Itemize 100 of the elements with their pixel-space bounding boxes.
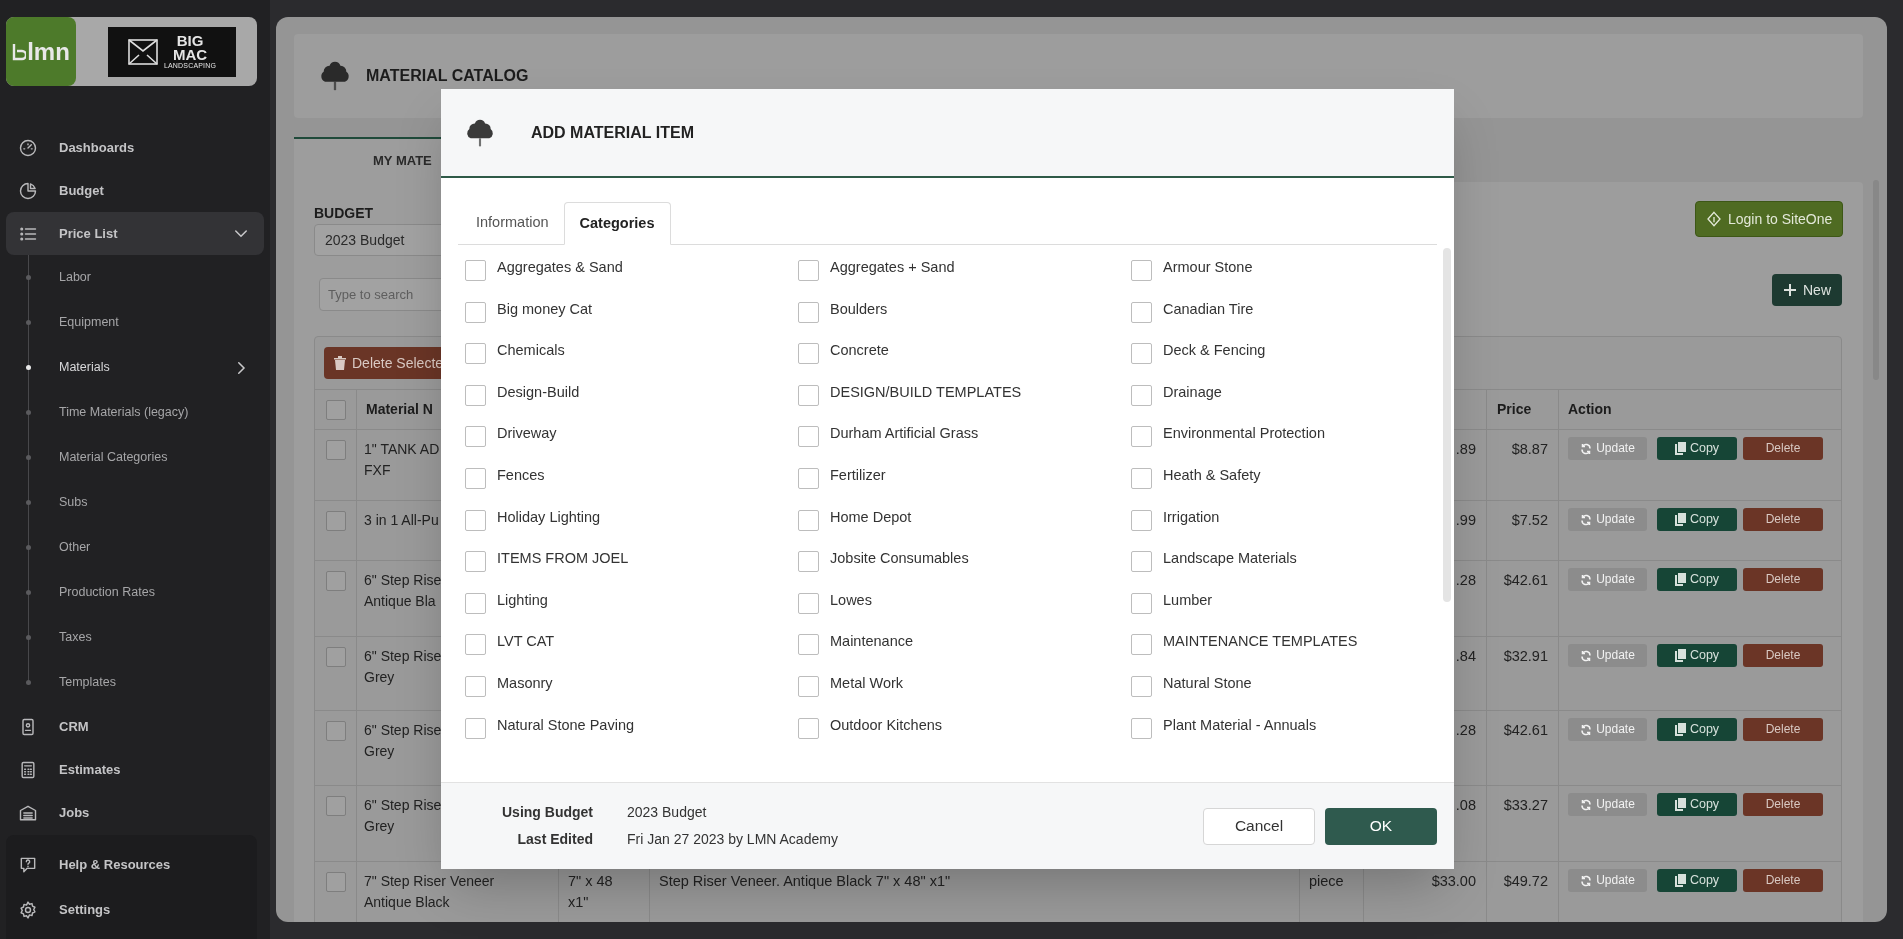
nav-item[interactable]: Estimates [6,748,264,791]
nav-item[interactable]: Help & Resources [6,842,257,887]
checkbox[interactable] [798,551,819,573]
checkbox[interactable] [1131,343,1152,365]
checkbox[interactable] [798,384,819,406]
checkbox[interactable] [465,467,486,489]
checkbox[interactable] [465,426,486,448]
delete-button[interactable]: Delete [1743,718,1823,741]
delete-button[interactable]: Delete [1743,793,1823,816]
checkbox[interactable] [1131,426,1152,448]
category-label: Drainage [1163,382,1222,402]
nav-item[interactable]: CRM [6,705,264,748]
nav-item[interactable]: Budget [6,169,264,212]
checkbox[interactable] [798,467,819,489]
category-label: Outdoor Kitchens [830,715,943,735]
checkbox[interactable] [1131,467,1152,489]
checkbox[interactable] [1131,717,1152,739]
checkbox[interactable] [1131,675,1152,697]
nav-subitem[interactable]: Taxes [6,615,270,660]
checkbox[interactable] [465,260,486,281]
copy-button[interactable]: Copy [1657,644,1737,667]
copy-button[interactable]: Copy [1657,718,1737,741]
delete-button[interactable]: Delete [1743,568,1823,591]
checkbox[interactable] [325,399,346,420]
nav-subitem[interactable]: Other [6,525,270,570]
checkbox[interactable] [798,592,819,614]
nav-item[interactable]: Settings [6,887,257,932]
checkbox[interactable] [798,675,819,697]
refresh-icon [1580,573,1593,586]
table-cell-text: .84 [1455,647,1476,666]
checkbox[interactable] [325,647,346,667]
table-cell-text: $7.52 [1511,511,1548,530]
page-title: MATERIAL CATALOG [366,66,529,86]
checkbox[interactable] [465,675,486,697]
copy-button[interactable]: Copy [1657,793,1737,816]
checkbox[interactable] [1131,551,1152,573]
nav-subitem[interactable]: Time Materials (legacy) [6,390,270,435]
nav-subitem[interactable]: Labor [6,255,270,300]
scrollbar-thumb[interactable] [1443,248,1451,602]
checkbox[interactable] [1131,260,1152,281]
checkbox[interactable] [325,721,346,741]
checkbox[interactable] [798,260,819,281]
nav-subitem[interactable]: Production Rates [6,570,270,615]
copy-button[interactable]: Copy [1657,437,1737,460]
checkbox[interactable] [465,343,486,365]
checkbox[interactable] [465,384,486,406]
refresh-icon [1580,874,1593,887]
new-button[interactable]: New [1772,274,1842,306]
checkbox[interactable] [325,571,346,591]
checkbox[interactable] [465,592,486,614]
category-label: Natural Stone [1163,673,1252,693]
category-label: DESIGN/BUILD TEMPLATES [830,382,1022,402]
ok-button[interactable]: OK [1325,807,1437,845]
checkbox[interactable] [798,717,819,739]
delete-button[interactable]: Delete [1743,508,1823,531]
checkbox[interactable] [465,717,486,739]
checkbox[interactable] [465,634,486,656]
checkbox[interactable] [798,301,819,323]
copy-button[interactable]: Copy [1657,508,1737,531]
nav-item[interactable]: Jobs [6,791,264,834]
checkbox[interactable] [1131,634,1152,656]
checkbox[interactable] [325,511,346,531]
delete-button[interactable]: Delete [1743,437,1823,460]
checkbox[interactable] [798,634,819,656]
table-cell-text: .28 [1455,571,1476,590]
brand-name: lmn [27,39,70,64]
nav-subitem[interactable]: Subs [6,480,270,525]
tree-icon [318,59,352,93]
nav-subitem[interactable]: Equipment [6,300,270,345]
checkbox[interactable] [465,509,486,531]
refresh-icon [1580,723,1593,736]
checkbox[interactable] [325,872,346,892]
category-label: Boulders [830,299,888,319]
login-button[interactable]: Login to SiteOne [1695,201,1844,237]
checkbox[interactable] [325,796,346,816]
checkbox[interactable] [798,343,819,365]
nav-subitem[interactable]: Templates [6,660,270,705]
nav-item[interactable]: Price List [6,212,264,255]
nav-label: Price List [59,224,119,243]
checkbox[interactable] [465,301,486,323]
checkbox[interactable] [798,509,819,531]
checkbox[interactable] [1131,384,1152,406]
checkbox[interactable] [465,551,486,573]
checkbox[interactable] [325,440,346,460]
copy-button[interactable]: Copy [1657,568,1737,591]
checkbox[interactable] [1131,509,1152,531]
checkbox[interactable] [1131,301,1152,323]
table-cell-text: .89 [1455,440,1476,459]
delete-button[interactable]: Delete [1743,869,1823,892]
nav-item[interactable]: Dashboards [6,126,264,169]
category-label: Natural Stone Paving [497,715,635,735]
checkbox[interactable] [798,426,819,448]
modal-tab[interactable]: Categories [563,202,671,245]
nav-subitem[interactable]: Material Categories [6,435,270,480]
category-label: Chemicals [497,341,565,361]
copy-button[interactable]: Copy [1657,869,1737,892]
delete-button[interactable]: Delete [1743,644,1823,667]
checkbox[interactable] [1131,592,1152,614]
nav-subitem[interactable]: Materials [6,345,270,390]
cancel-button[interactable]: Cancel [1203,807,1315,845]
